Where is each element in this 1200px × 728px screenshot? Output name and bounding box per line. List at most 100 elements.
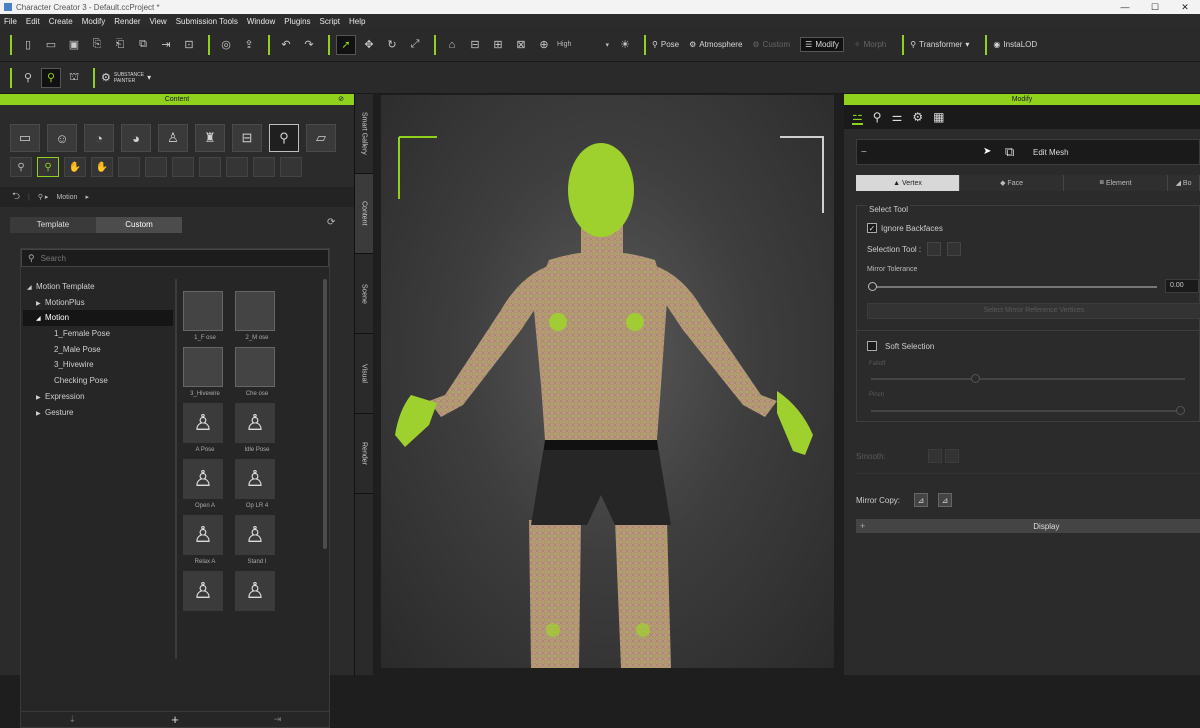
tab-border[interactable]: ◢ Bo [1168,175,1200,191]
tab-visual[interactable]: Visual [355,334,373,414]
lasso-select-icon[interactable] [947,242,962,256]
tree-divider[interactable] [175,279,177,659]
tab-custom[interactable]: Custom [96,217,182,233]
falloff-slider[interactable] [871,374,1185,383]
select-mirror-button[interactable]: Select Mirror Reference Vertices [867,303,1200,319]
tab-face[interactable]: ◆ Face [960,175,1065,191]
download-icon[interactable]: ⇣ [69,714,77,725]
quality-dropdown[interactable]: High ▾ [557,41,609,49]
characters-category-icon[interactable]: ☺ [47,124,77,152]
slider-knob[interactable] [971,374,980,383]
rotate-icon[interactable]: ↻ [382,35,402,55]
hair-category-icon[interactable]: ◕ [121,124,151,152]
screenshot-icon[interactable]: ⊡ [179,35,199,55]
menu-edit[interactable]: Edit [26,17,40,26]
tab-vertex[interactable]: ▲ Vertex [856,175,961,191]
content-thumbnail[interactable]: Che ose [235,347,279,397]
content-thumbnail[interactable]: ♙ Open A [183,459,227,509]
tree-item[interactable]: 3_Hivewire [23,357,173,373]
tree-item[interactable]: ◢ Motion [23,310,173,327]
menu-plugins[interactable]: Plugins [284,17,310,26]
expanded-arrow-icon[interactable]: ◢ [27,281,33,297]
material-tab-icon[interactable]: ▦ [933,110,944,124]
tab-element[interactable]: ⧈ Element [1064,175,1169,191]
tab-render[interactable]: Render [355,414,373,494]
upload-icon[interactable]: ⇪ [239,35,259,55]
maximize-button[interactable]: ☐ [1140,2,1170,13]
undo-icon[interactable]: ↶ [276,35,296,55]
content-thumbnail[interactable]: ♙ Stand I [235,515,279,565]
motion-sub-icon[interactable]: ⚲ [37,157,59,177]
edit-mesh-icon[interactable]: ⧉ [1005,144,1014,160]
menu-view[interactable]: View [150,17,167,26]
move-icon[interactable]: ✥ [359,35,379,55]
transformer-button[interactable]: ⚲ Transformer ▾ [910,40,969,49]
content-thumbnail[interactable]: ♙ Idle Pose [235,403,279,453]
content-thumbnail[interactable]: ♙ [235,571,279,615]
tree-item[interactable]: ◢ Motion Template [23,279,173,295]
view-all-icon[interactable]: ⊠ [511,35,531,55]
cloth-category-icon[interactable]: ♜ [195,124,225,152]
select-arrow-icon[interactable]: ➚ [336,34,356,55]
tree-item[interactable]: Checking Pose [23,373,173,389]
minimize-button[interactable]: — [1110,2,1140,13]
frame-selected-icon[interactable]: ⊞ [488,35,508,55]
modify-button[interactable]: ☰ Modify [800,37,844,52]
export-icon[interactable]: ⎗ [110,35,130,55]
orbit-icon[interactable]: ⊕ [534,35,554,55]
edit-pose-icon[interactable]: ⚲ [41,67,61,88]
tab-content[interactable]: Content [355,174,373,254]
collapse-icon[interactable]: − [861,147,867,158]
mirror-left-icon[interactable]: ⊿ [914,493,929,507]
collapsed-arrow-icon[interactable]: ▶ [36,407,42,423]
camera-icon[interactable]: ◎ [216,35,236,55]
open-folder-icon[interactable]: ▭ [41,35,61,55]
substance-painter-button[interactable]: ⚙ SUBSTANCE PAINTER ▾ [101,71,151,85]
save-icon[interactable]: ▣ [64,35,84,55]
slider-knob[interactable] [868,282,877,291]
content-thumbnail[interactable]: 3_Hivewire [183,347,227,397]
pose-sub-icon[interactable]: ⚲ [10,157,32,177]
content-thumbnail[interactable]: ♙ A Pose [183,403,227,453]
menu-render[interactable]: Render [114,17,140,26]
tree-item[interactable]: 2_Male Pose [23,342,173,358]
morph-tab-icon[interactable]: ⚙ [912,110,923,124]
scene-category-icon[interactable]: ▱ [306,124,336,152]
3d-viewport[interactable] [381,95,834,668]
pick-joint-icon[interactable]: ⚲ [18,68,38,88]
menu-submission-tools[interactable]: Submission Tools [176,17,238,26]
content-scrollbar[interactable] [323,279,327,549]
menu-window[interactable]: Window [247,17,275,26]
content-thumbnail[interactable]: ♙ [183,571,227,615]
soft-selection-checkbox[interactable] [867,341,877,351]
mesh-grid-icon[interactable]: ⛫ [64,68,84,88]
fit-view-icon[interactable]: ⊟ [465,35,485,55]
content-thumbnail[interactable]: 2_M ose [235,291,279,341]
atmosphere-button[interactable]: ⚙ Atmosphere [689,40,742,49]
smooth-reset-button[interactable] [944,449,959,463]
back-arrow-icon[interactable]: ⮌ [12,189,20,206]
transform-tab-icon[interactable]: ⚌ [892,110,903,124]
mirror-right-icon[interactable]: ⊿ [938,493,953,507]
content-thumbnail[interactable]: ♙ Relax A [183,515,227,565]
content-thumbnail[interactable]: ♙ Op LR 4 [235,459,279,509]
body-category-icon[interactable]: ♙ [158,124,188,152]
new-project-icon[interactable]: ▯ [18,35,38,55]
hand-sub-icon[interactable]: ✋ [91,157,113,177]
mirror-tolerance-input[interactable]: 0.00 [1165,279,1199,293]
instalod-button[interactable]: ◉ InstaLOD [993,40,1037,49]
pose-button[interactable]: ⚲ Pose [652,40,679,49]
add-content-button[interactable]: + [171,712,179,727]
tab-smart-gallery[interactable]: Smart Gallery [355,94,373,174]
rect-select-icon[interactable] [927,242,942,256]
slider-knob[interactable] [1176,406,1185,415]
tab-scene[interactable]: Scene [355,254,373,334]
menu-create[interactable]: Create [49,17,73,26]
menu-file[interactable]: File [4,17,17,26]
morph-category-icon[interactable]: ⊟ [232,124,262,152]
exit-icon[interactable]: ⇥ [156,35,176,55]
folder-category-icon[interactable]: ▭ [10,124,40,152]
tree-item[interactable]: ▶ Expression [23,389,173,405]
pinch-slider[interactable] [871,406,1185,415]
scale-icon[interactable]: ⤢ [405,35,425,55]
